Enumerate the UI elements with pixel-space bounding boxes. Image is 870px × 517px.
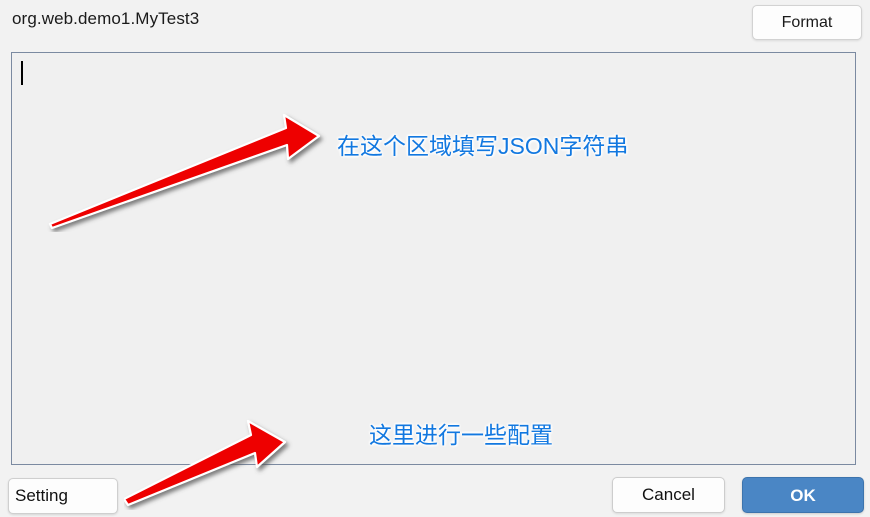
json-config-dialog: org.web.demo1.MyTest3 Format 在这个区域填写JSON… — [0, 0, 870, 517]
dialog-header: org.web.demo1.MyTest3 Format — [0, 0, 870, 45]
json-input-textarea[interactable] — [11, 52, 856, 465]
text-cursor-caret — [21, 61, 23, 85]
annotation-label-json: 在这个区域填写JSON字符串 — [337, 133, 629, 159]
setting-button[interactable]: Setting — [8, 478, 118, 514]
annotation-label-config: 这里进行一些配置 — [369, 422, 553, 448]
page-title: org.web.demo1.MyTest3 — [12, 9, 200, 28]
format-button[interactable]: Format — [752, 5, 862, 40]
ok-button[interactable]: OK — [742, 477, 864, 513]
cancel-button[interactable]: Cancel — [612, 477, 725, 513]
